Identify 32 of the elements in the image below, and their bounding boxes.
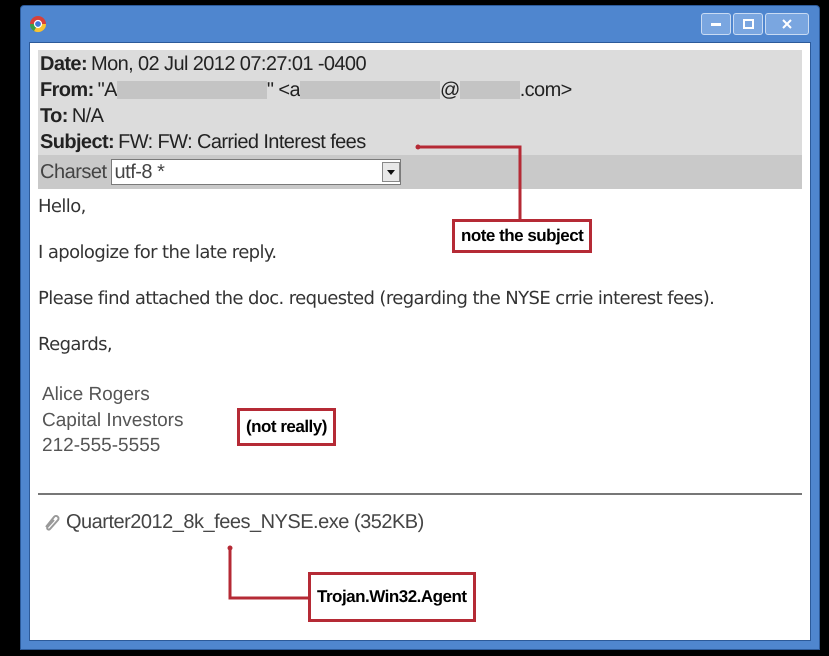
charset-label: Charset	[40, 160, 107, 185]
header-value: N/A	[72, 104, 104, 129]
header-label: To:	[40, 104, 68, 129]
callout-label: note the subject	[452, 219, 592, 253]
signature-line: Alice Rogers	[42, 383, 150, 407]
header-value: FW: FW: Carried Interest fees	[118, 130, 366, 155]
message-paragraph: Hello,	[38, 195, 86, 219]
header-label: From:	[40, 78, 94, 103]
header-value: "A	[98, 78, 117, 103]
maximize-button[interactable]	[733, 13, 763, 35]
callout-label: (not really)	[237, 408, 336, 446]
header-value: Mon, 02 Jul 2012 07:27:01 -0400	[91, 52, 366, 77]
browser-logo-icon	[29, 15, 47, 33]
maximize-icon	[742, 19, 754, 29]
header-label: Subject:	[40, 130, 114, 155]
header-value: @	[440, 78, 460, 103]
header-label: Date:	[40, 52, 88, 77]
charset-select[interactable]: utf-8 *	[110, 159, 401, 185]
attachment-link[interactable]: Quarter2012_8k_fees_NYSE.exe (352KB)	[66, 506, 424, 536]
message-paragraph: Regards,	[38, 333, 112, 357]
minimize-button[interactable]	[701, 13, 731, 35]
close-icon	[782, 19, 792, 29]
redaction-bar	[460, 81, 520, 99]
callout-label: Trojan.Win32.Agent	[308, 572, 476, 622]
minimize-icon	[711, 22, 721, 26]
signature-line: Capital Investors	[42, 408, 184, 432]
message-paragraph: Please find attached the doc. requested (regarding the NYSE crrie interest fees).	[38, 287, 714, 311]
close-button[interactable]	[765, 13, 809, 35]
message-paragraph: I apologize for the late reply.	[38, 241, 277, 265]
header-value: " <a	[266, 78, 300, 103]
signature-line: 212-555-5555	[42, 434, 160, 458]
header-value: .com>	[520, 78, 572, 103]
